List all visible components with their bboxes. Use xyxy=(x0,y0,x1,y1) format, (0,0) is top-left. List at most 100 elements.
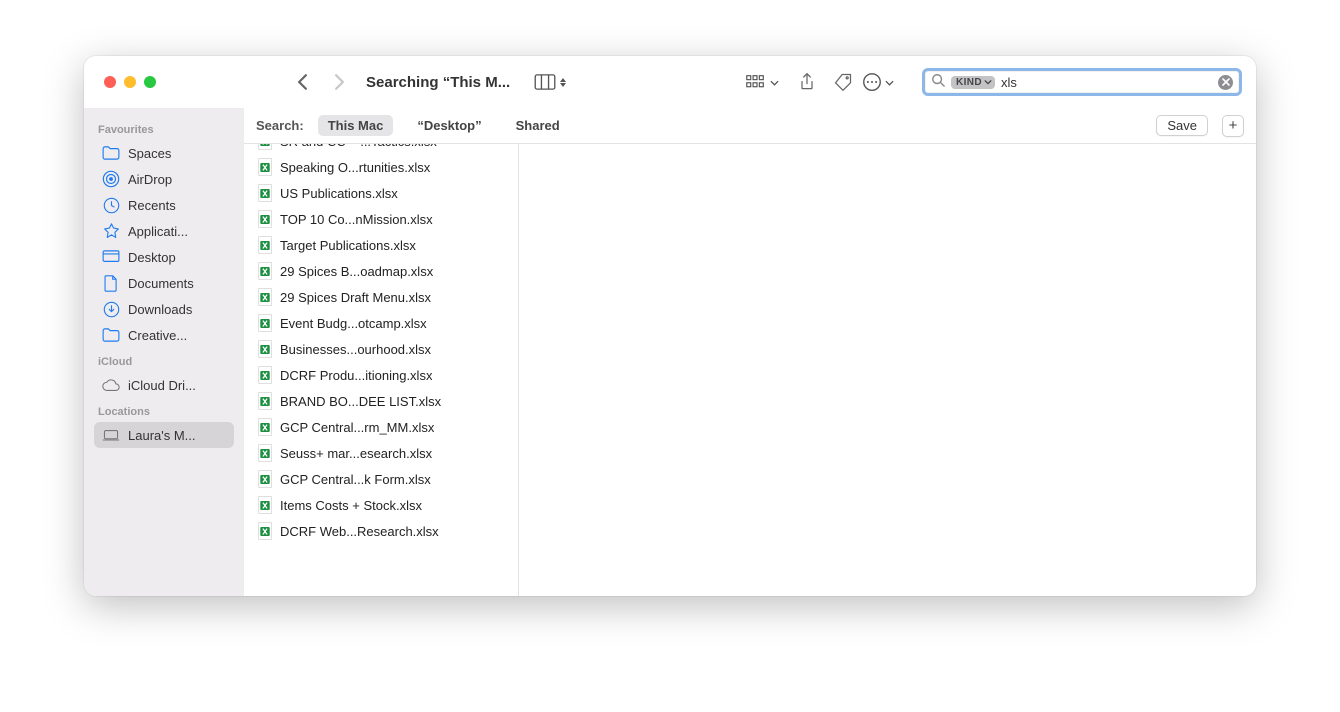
sidebar-item[interactable]: AirDrop xyxy=(94,166,234,192)
nav-buttons xyxy=(296,73,346,91)
toolbar: Searching “This M... xyxy=(84,56,1256,108)
file-name: Speaking O...rtunities.xlsx xyxy=(280,160,430,175)
excel-file-icon xyxy=(258,340,272,358)
window-controls xyxy=(104,76,156,88)
action-menu[interactable] xyxy=(861,71,894,93)
window-title: Searching “This M... xyxy=(366,74,510,91)
sidebar-item-label: iCloud Dri... xyxy=(128,378,196,393)
sidebar-item-label: AirDrop xyxy=(128,172,172,187)
file-row[interactable]: 29 Spices Draft Menu.xlsx xyxy=(244,284,518,310)
chevron-down-icon xyxy=(885,73,894,91)
sidebar-item-label: Spaces xyxy=(128,146,171,161)
file-row[interactable]: Items Costs + Stock.xlsx xyxy=(244,492,518,518)
sidebar-section-title: Locations xyxy=(98,406,230,418)
window-body: Favourites Spaces AirDrop Recents Applicati.… xyxy=(84,108,1256,596)
sidebar-item-label: Applicati... xyxy=(128,224,188,239)
results-area: SR and CC – ...Tactics.xlsx Speaking O...… xyxy=(244,144,1256,596)
sidebar-item-label: Creative... xyxy=(128,328,187,343)
scope-shared[interactable]: Shared xyxy=(506,115,570,136)
minimize-button[interactable] xyxy=(124,76,136,88)
sidebar-item[interactable]: iCloud Dri... xyxy=(94,372,234,398)
sidebar-item[interactable]: Downloads xyxy=(94,296,234,322)
clear-search-button[interactable] xyxy=(1218,75,1233,90)
doc-icon xyxy=(102,274,120,292)
file-name: GCP Central...rm_MM.xlsx xyxy=(280,420,434,435)
excel-file-icon xyxy=(258,392,272,410)
file-row[interactable]: Seuss+ mar...esearch.xlsx xyxy=(244,440,518,466)
search-field[interactable]: KIND xls xyxy=(922,68,1242,96)
file-row[interactable]: GCP Central...k Form.xlsx xyxy=(244,466,518,492)
sidebar-item[interactable]: Documents xyxy=(94,270,234,296)
excel-file-icon xyxy=(258,210,272,228)
tags-button[interactable] xyxy=(825,64,861,100)
file-name: 29 Spices B...oadmap.xlsx xyxy=(280,264,433,279)
file-name: Target Publications.xlsx xyxy=(280,238,416,253)
sidebar-item-label: Desktop xyxy=(128,250,176,265)
add-criteria-button[interactable]: + xyxy=(1222,115,1244,137)
excel-file-icon xyxy=(258,314,272,332)
apps-icon xyxy=(102,222,120,240)
file-name: DCRF Produ...itioning.xlsx xyxy=(280,368,432,383)
sidebar-item-label: Documents xyxy=(128,276,194,291)
file-row[interactable]: DCRF Web...Research.xlsx xyxy=(244,518,518,544)
excel-file-icon xyxy=(258,496,272,514)
sidebar-item[interactable]: Laura's M... xyxy=(94,422,234,448)
search-token[interactable]: KIND xyxy=(951,76,995,89)
search-text[interactable]: xls xyxy=(1001,75,1212,90)
file-row[interactable]: SR and CC – ...Tactics.xlsx xyxy=(244,144,518,154)
scope-this-mac[interactable]: This Mac xyxy=(318,115,394,136)
results-column[interactable]: SR and CC – ...Tactics.xlsx Speaking O...… xyxy=(244,144,519,596)
excel-file-icon xyxy=(258,366,272,384)
sidebar-item[interactable]: Recents xyxy=(94,192,234,218)
close-button[interactable] xyxy=(104,76,116,88)
excel-file-icon xyxy=(258,158,272,176)
file-row[interactable]: Businesses...ourhood.xlsx xyxy=(244,336,518,362)
sidebar-item[interactable]: Creative... xyxy=(94,322,234,348)
sidebar-item-label: Recents xyxy=(128,198,176,213)
file-name: BRAND BO...DEE LIST.xlsx xyxy=(280,394,441,409)
file-name: Event Budg...otcamp.xlsx xyxy=(280,316,427,331)
scope-desktop[interactable]: “Desktop” xyxy=(407,115,491,136)
file-row[interactable]: BRAND BO...DEE LIST.xlsx xyxy=(244,388,518,414)
view-mode-control[interactable] xyxy=(534,74,566,90)
laptop-icon xyxy=(102,426,120,444)
file-name: SR and CC – ...Tactics.xlsx xyxy=(280,144,437,149)
file-row[interactable]: Target Publications.xlsx xyxy=(244,232,518,258)
sidebar-section-title: Favourites xyxy=(98,124,230,136)
file-row[interactable]: US Publications.xlsx xyxy=(244,180,518,206)
share-button[interactable] xyxy=(789,64,825,100)
back-button[interactable] xyxy=(296,73,309,91)
excel-file-icon xyxy=(258,184,272,202)
file-row[interactable]: Event Budg...otcamp.xlsx xyxy=(244,310,518,336)
file-name: Businesses...ourhood.xlsx xyxy=(280,342,431,357)
excel-file-icon xyxy=(258,444,272,462)
file-name: Items Costs + Stock.xlsx xyxy=(280,498,422,513)
folder-icon xyxy=(102,326,120,344)
clock-icon xyxy=(102,196,120,214)
file-name: DCRF Web...Research.xlsx xyxy=(280,524,439,539)
excel-file-icon xyxy=(258,470,272,488)
folder-icon xyxy=(102,144,120,162)
file-row[interactable]: DCRF Produ...itioning.xlsx xyxy=(244,362,518,388)
airdrop-icon xyxy=(102,170,120,188)
excel-file-icon xyxy=(258,236,272,254)
zoom-button[interactable] xyxy=(144,76,156,88)
sidebar-item[interactable]: Applicati... xyxy=(94,218,234,244)
group-by-control[interactable] xyxy=(746,73,779,91)
download-icon xyxy=(102,300,120,318)
file-row[interactable]: Speaking O...rtunities.xlsx xyxy=(244,154,518,180)
file-row[interactable]: TOP 10 Co...nMission.xlsx xyxy=(244,206,518,232)
sidebar-section-title: iCloud xyxy=(98,356,230,368)
file-row[interactable]: GCP Central...rm_MM.xlsx xyxy=(244,414,518,440)
forward-button[interactable] xyxy=(333,73,346,91)
excel-file-icon xyxy=(258,288,272,306)
file-name: GCP Central...k Form.xlsx xyxy=(280,472,431,487)
sidebar-item[interactable]: Spaces xyxy=(94,140,234,166)
search-scope-bar: Search: This Mac “Desktop” Shared Save + xyxy=(244,108,1256,144)
excel-file-icon xyxy=(258,418,272,436)
sidebar-item[interactable]: Desktop xyxy=(94,244,234,270)
file-name: TOP 10 Co...nMission.xlsx xyxy=(280,212,433,227)
file-row[interactable]: 29 Spices B...oadmap.xlsx xyxy=(244,258,518,284)
save-search-button[interactable]: Save xyxy=(1156,115,1208,136)
search-icon xyxy=(931,73,945,92)
